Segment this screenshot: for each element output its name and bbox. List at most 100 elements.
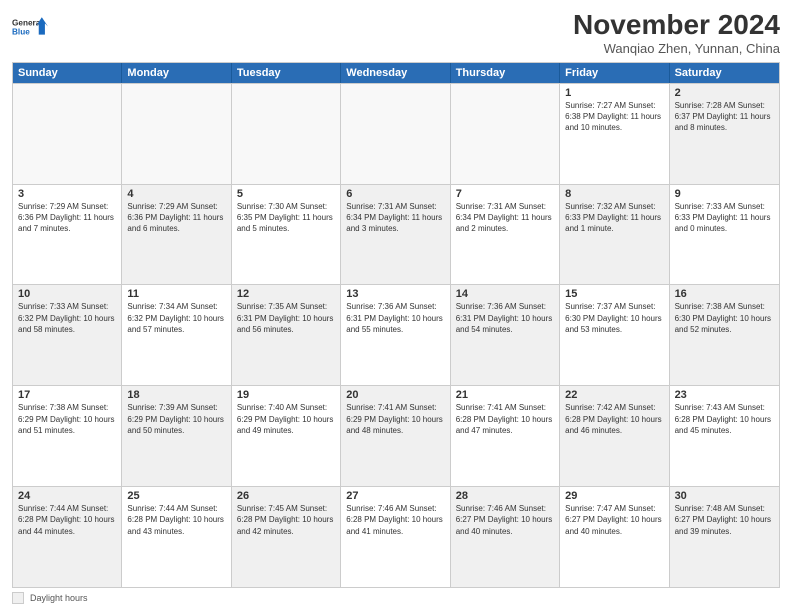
table-row: 3Sunrise: 7:29 AM Sunset: 6:36 PM Daylig… [13,185,122,285]
table-row: 27Sunrise: 7:46 AM Sunset: 6:28 PM Dayli… [341,487,450,587]
week-row-5: 24Sunrise: 7:44 AM Sunset: 6:28 PM Dayli… [13,486,779,587]
day-info: Sunrise: 7:32 AM Sunset: 6:33 PM Dayligh… [565,201,663,235]
day-number: 13 [346,288,444,300]
table-row: 9Sunrise: 7:33 AM Sunset: 6:33 PM Daylig… [670,185,779,285]
day-number: 6 [346,188,444,200]
day-number: 20 [346,389,444,401]
day-info: Sunrise: 7:41 AM Sunset: 6:29 PM Dayligh… [346,402,444,436]
day-number: 5 [237,188,335,200]
table-row: 15Sunrise: 7:37 AM Sunset: 6:30 PM Dayli… [560,285,669,385]
day-info: Sunrise: 7:31 AM Sunset: 6:34 PM Dayligh… [346,201,444,235]
table-row: 1Sunrise: 7:27 AM Sunset: 6:38 PM Daylig… [560,84,669,184]
table-row: 25Sunrise: 7:44 AM Sunset: 6:28 PM Dayli… [122,487,231,587]
table-row: 11Sunrise: 7:34 AM Sunset: 6:32 PM Dayli… [122,285,231,385]
day-number: 25 [127,490,225,502]
table-row: 7Sunrise: 7:31 AM Sunset: 6:34 PM Daylig… [451,185,560,285]
legend-box [12,592,24,604]
table-row: 28Sunrise: 7:46 AM Sunset: 6:27 PM Dayli… [451,487,560,587]
header-day-thursday: Thursday [451,63,560,83]
day-info: Sunrise: 7:28 AM Sunset: 6:37 PM Dayligh… [675,100,774,134]
day-number: 9 [675,188,774,200]
legend: Daylight hours [12,592,780,604]
header: General Blue November 2024 Wanqiao Zhen,… [12,10,780,56]
table-row: 29Sunrise: 7:47 AM Sunset: 6:27 PM Dayli… [560,487,669,587]
day-number: 14 [456,288,554,300]
day-number: 23 [675,389,774,401]
table-row: 21Sunrise: 7:41 AM Sunset: 6:28 PM Dayli… [451,386,560,486]
day-info: Sunrise: 7:34 AM Sunset: 6:32 PM Dayligh… [127,301,225,335]
week-row-4: 17Sunrise: 7:38 AM Sunset: 6:29 PM Dayli… [13,385,779,486]
day-info: Sunrise: 7:27 AM Sunset: 6:38 PM Dayligh… [565,100,663,134]
day-number: 19 [237,389,335,401]
day-info: Sunrise: 7:36 AM Sunset: 6:31 PM Dayligh… [346,301,444,335]
day-info: Sunrise: 7:39 AM Sunset: 6:29 PM Dayligh… [127,402,225,436]
day-number: 27 [346,490,444,502]
calendar: SundayMondayTuesdayWednesdayThursdayFrid… [12,62,780,588]
table-row: 19Sunrise: 7:40 AM Sunset: 6:29 PM Dayli… [232,386,341,486]
day-number: 17 [18,389,116,401]
month-title: November 2024 [573,10,780,41]
day-number: 28 [456,490,554,502]
day-number: 1 [565,87,663,99]
day-info: Sunrise: 7:36 AM Sunset: 6:31 PM Dayligh… [456,301,554,335]
table-row: 14Sunrise: 7:36 AM Sunset: 6:31 PM Dayli… [451,285,560,385]
header-day-wednesday: Wednesday [341,63,450,83]
day-info: Sunrise: 7:44 AM Sunset: 6:28 PM Dayligh… [127,503,225,537]
table-row [451,84,560,184]
table-row [122,84,231,184]
day-info: Sunrise: 7:46 AM Sunset: 6:28 PM Dayligh… [346,503,444,537]
day-info: Sunrise: 7:45 AM Sunset: 6:28 PM Dayligh… [237,503,335,537]
table-row: 18Sunrise: 7:39 AM Sunset: 6:29 PM Dayli… [122,386,231,486]
svg-text:Blue: Blue [12,28,30,37]
header-day-sunday: Sunday [13,63,122,83]
day-info: Sunrise: 7:44 AM Sunset: 6:28 PM Dayligh… [18,503,116,537]
day-info: Sunrise: 7:38 AM Sunset: 6:30 PM Dayligh… [675,301,774,335]
table-row: 23Sunrise: 7:43 AM Sunset: 6:28 PM Dayli… [670,386,779,486]
table-row: 6Sunrise: 7:31 AM Sunset: 6:34 PM Daylig… [341,185,450,285]
day-number: 4 [127,188,225,200]
location: Wanqiao Zhen, Yunnan, China [573,41,780,56]
table-row [341,84,450,184]
day-info: Sunrise: 7:31 AM Sunset: 6:34 PM Dayligh… [456,201,554,235]
day-info: Sunrise: 7:48 AM Sunset: 6:27 PM Dayligh… [675,503,774,537]
table-row: 2Sunrise: 7:28 AM Sunset: 6:37 PM Daylig… [670,84,779,184]
table-row [232,84,341,184]
day-info: Sunrise: 7:35 AM Sunset: 6:31 PM Dayligh… [237,301,335,335]
header-day-friday: Friday [560,63,669,83]
calendar-body: 1Sunrise: 7:27 AM Sunset: 6:38 PM Daylig… [13,83,779,587]
day-info: Sunrise: 7:43 AM Sunset: 6:28 PM Dayligh… [675,402,774,436]
day-number: 2 [675,87,774,99]
table-row: 17Sunrise: 7:38 AM Sunset: 6:29 PM Dayli… [13,386,122,486]
day-info: Sunrise: 7:30 AM Sunset: 6:35 PM Dayligh… [237,201,335,235]
day-number: 3 [18,188,116,200]
logo: General Blue [12,10,48,46]
day-info: Sunrise: 7:42 AM Sunset: 6:28 PM Dayligh… [565,402,663,436]
day-number: 21 [456,389,554,401]
header-day-monday: Monday [122,63,231,83]
day-info: Sunrise: 7:33 AM Sunset: 6:32 PM Dayligh… [18,301,116,335]
title-block: November 2024 Wanqiao Zhen, Yunnan, Chin… [573,10,780,56]
table-row: 13Sunrise: 7:36 AM Sunset: 6:31 PM Dayli… [341,285,450,385]
day-number: 16 [675,288,774,300]
header-day-tuesday: Tuesday [232,63,341,83]
day-info: Sunrise: 7:46 AM Sunset: 6:27 PM Dayligh… [456,503,554,537]
table-row: 22Sunrise: 7:42 AM Sunset: 6:28 PM Dayli… [560,386,669,486]
day-number: 12 [237,288,335,300]
day-number: 26 [237,490,335,502]
day-number: 10 [18,288,116,300]
week-row-3: 10Sunrise: 7:33 AM Sunset: 6:32 PM Dayli… [13,284,779,385]
day-number: 11 [127,288,225,300]
table-row: 30Sunrise: 7:48 AM Sunset: 6:27 PM Dayli… [670,487,779,587]
day-info: Sunrise: 7:33 AM Sunset: 6:33 PM Dayligh… [675,201,774,235]
day-number: 30 [675,490,774,502]
table-row: 12Sunrise: 7:35 AM Sunset: 6:31 PM Dayli… [232,285,341,385]
table-row: 26Sunrise: 7:45 AM Sunset: 6:28 PM Dayli… [232,487,341,587]
day-info: Sunrise: 7:38 AM Sunset: 6:29 PM Dayligh… [18,402,116,436]
logo-svg: General Blue [12,10,48,46]
calendar-header: SundayMondayTuesdayWednesdayThursdayFrid… [13,63,779,83]
day-info: Sunrise: 7:41 AM Sunset: 6:28 PM Dayligh… [456,402,554,436]
table-row: 5Sunrise: 7:30 AM Sunset: 6:35 PM Daylig… [232,185,341,285]
day-info: Sunrise: 7:29 AM Sunset: 6:36 PM Dayligh… [18,201,116,235]
day-info: Sunrise: 7:37 AM Sunset: 6:30 PM Dayligh… [565,301,663,335]
day-number: 15 [565,288,663,300]
